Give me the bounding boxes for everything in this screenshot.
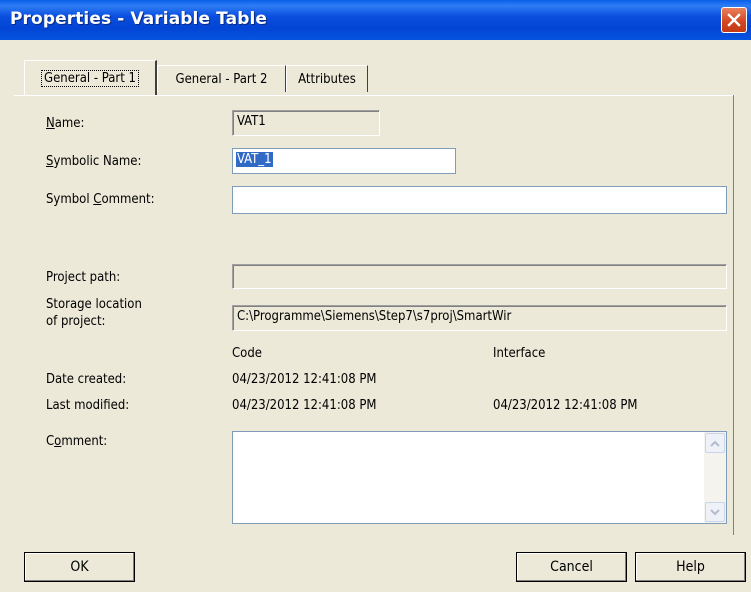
- name-field: VAT1: [232, 110, 380, 136]
- help-button[interactable]: Help: [635, 552, 746, 582]
- comment-label: Comment:: [46, 434, 108, 449]
- storage-location-label: Storage location of project:: [46, 297, 142, 329]
- symbolic-name-label: Symbolic Name:: [46, 154, 142, 169]
- interface-column-header: Interface: [493, 346, 546, 361]
- chevron-down-icon: [710, 508, 720, 515]
- tab-attributes[interactable]: Attributes: [286, 65, 368, 92]
- symbol-comment-label: Symbol Comment:: [46, 192, 155, 207]
- comment-textarea[interactable]: [232, 431, 727, 524]
- code-column-header: Code: [232, 346, 262, 361]
- scroll-up-button[interactable]: [705, 433, 725, 453]
- date-created-label: Date created:: [46, 372, 127, 387]
- close-icon: [727, 13, 741, 27]
- tab-general-part-1[interactable]: General - Part 1: [24, 60, 157, 95]
- last-modified-label: Last modified:: [46, 398, 130, 413]
- window-title: Properties - Variable Table: [10, 9, 268, 29]
- comment-scrollbar[interactable]: [704, 432, 726, 523]
- tab-label: General - Part 1: [41, 69, 139, 87]
- project-path-field: [232, 264, 727, 289]
- symbolic-name-input[interactable]: VAT_1: [232, 148, 456, 174]
- symbolic-name-value: VAT_1: [236, 152, 273, 167]
- close-button[interactable]: [721, 7, 747, 33]
- tab-panel-border-right: [733, 95, 734, 535]
- last-modified-code: 04/23/2012 12:41:08 PM: [232, 398, 377, 413]
- ok-button[interactable]: OK: [24, 552, 135, 582]
- scroll-down-button[interactable]: [705, 502, 725, 522]
- tab-panel-border: [14, 95, 735, 96]
- symbol-comment-input[interactable]: [232, 186, 727, 214]
- name-label: Name:: [46, 116, 85, 131]
- tab-strip: General - Part 1 General - Part 2 Attrib…: [0, 58, 751, 95]
- title-bar[interactable]: Properties - Variable Table: [0, 0, 751, 40]
- tab-general-part-2[interactable]: General - Part 2: [157, 65, 286, 92]
- cancel-button[interactable]: Cancel: [516, 552, 627, 582]
- last-modified-interface: 04/23/2012 12:41:08 PM: [493, 398, 638, 413]
- storage-location-field: C:\Programme\Siemens\Step7\s7proj\SmartW…: [232, 305, 727, 331]
- project-path-label: Project path:: [46, 270, 121, 285]
- date-created-code: 04/23/2012 12:41:08 PM: [232, 372, 377, 387]
- comment-text: [233, 432, 726, 438]
- tab-label: Attributes: [298, 71, 356, 87]
- tab-label: General - Part 2: [175, 71, 268, 87]
- properties-dialog: Properties - Variable Table General - Pa…: [0, 0, 751, 592]
- chevron-up-icon: [710, 440, 720, 447]
